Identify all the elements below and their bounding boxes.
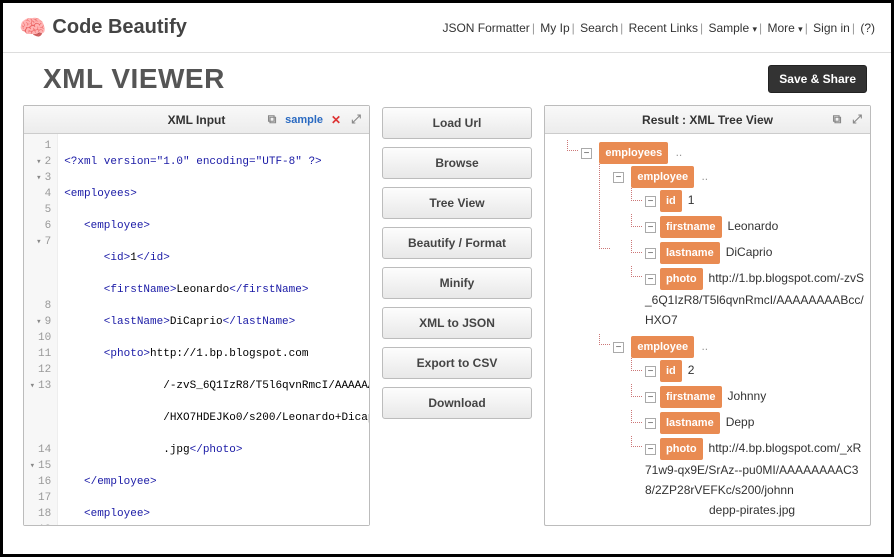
node-id[interactable]: id bbox=[660, 190, 682, 212]
browse-button[interactable]: Browse bbox=[382, 147, 532, 179]
xml-input-panel: XML Input ⧉ sample ✕ ⤢ 1 ▾2 ▾3 456 ▾7 8 … bbox=[23, 105, 370, 526]
tree-view-button[interactable]: Tree View bbox=[382, 187, 532, 219]
collapse-icon[interactable]: − bbox=[581, 148, 592, 159]
clear-icon[interactable]: ✕ bbox=[329, 113, 343, 127]
nav-json-formatter[interactable]: JSON Formatter bbox=[442, 21, 529, 35]
collapse-icon[interactable]: − bbox=[645, 418, 656, 429]
nav-help[interactable]: (?) bbox=[860, 21, 875, 35]
sample-link[interactable]: sample bbox=[285, 114, 323, 126]
save-share-button[interactable]: Save & Share bbox=[768, 65, 867, 93]
xml-tree-view[interactable]: − employees .. − employee .. −id1 −first… bbox=[545, 134, 870, 525]
collapse-icon[interactable]: − bbox=[613, 342, 624, 353]
node-employees[interactable]: employees bbox=[599, 142, 668, 164]
collapse-icon[interactable]: − bbox=[645, 392, 656, 403]
value-firstname: Leonardo bbox=[728, 219, 779, 233]
node-firstname[interactable]: firstname bbox=[660, 386, 722, 408]
line-gutter: 1 ▾2 ▾3 456 ▾7 8 ▾9 101112 ▾13 14 ▾15 16… bbox=[24, 134, 58, 525]
fullscreen-icon[interactable]: ⤢ bbox=[850, 113, 864, 127]
collapse-icon[interactable]: − bbox=[613, 172, 624, 183]
nav-sample[interactable]: Sample bbox=[708, 21, 749, 35]
load-url-button[interactable]: Load Url bbox=[382, 107, 532, 139]
xml-to-json-button[interactable]: XML to JSON bbox=[382, 307, 532, 339]
xml-input-editor[interactable]: 1 ▾2 ▾3 456 ▾7 8 ▾9 101112 ▾13 14 ▾15 16… bbox=[24, 134, 369, 525]
nav-sign-in[interactable]: Sign in bbox=[813, 21, 850, 35]
fullscreen-icon[interactable]: ⤢ bbox=[349, 113, 363, 127]
logo-icon: 🧠 bbox=[19, 15, 46, 41]
action-buttons: Load Url Browse Tree View Beautify / For… bbox=[382, 105, 532, 526]
nav-recent-links[interactable]: Recent Links bbox=[629, 21, 698, 35]
copy-icon[interactable]: ⧉ bbox=[830, 113, 844, 127]
collapse-icon[interactable]: − bbox=[645, 366, 656, 377]
collapse-icon[interactable]: − bbox=[645, 222, 656, 233]
brand-logo[interactable]: 🧠 Code Beautify bbox=[19, 15, 187, 41]
result-panel: Result : XML Tree View ⧉ ⤢ − employees .… bbox=[544, 105, 871, 526]
export-csv-button[interactable]: Export to CSV bbox=[382, 347, 532, 379]
chevron-down-icon: ▾ bbox=[798, 24, 803, 34]
collapse-icon[interactable]: − bbox=[645, 444, 656, 455]
minify-button[interactable]: Minify bbox=[382, 267, 532, 299]
node-employee[interactable]: employee bbox=[631, 336, 694, 358]
collapse-icon[interactable]: − bbox=[645, 248, 656, 259]
value-id: 2 bbox=[688, 363, 695, 377]
nav-search[interactable]: Search bbox=[580, 21, 618, 35]
node-employee[interactable]: employee bbox=[631, 166, 694, 188]
value-id: 1 bbox=[688, 193, 695, 207]
value-firstname: Johnny bbox=[728, 389, 767, 403]
node-lastname[interactable]: lastname bbox=[660, 412, 720, 434]
collapse-icon[interactable]: − bbox=[645, 274, 656, 285]
brand-text: Code Beautify bbox=[52, 16, 186, 39]
node-firstname[interactable]: firstname bbox=[660, 216, 722, 238]
beautify-button[interactable]: Beautify / Format bbox=[382, 227, 532, 259]
xml-input-title: XML Input bbox=[168, 113, 226, 127]
top-nav: JSON Formatter| My Ip| Search| Recent Li… bbox=[442, 21, 875, 35]
collapse-icon[interactable]: − bbox=[645, 196, 656, 207]
copy-icon[interactable]: ⧉ bbox=[265, 113, 279, 127]
value-lastname: Depp bbox=[726, 415, 755, 429]
node-id[interactable]: id bbox=[660, 360, 682, 382]
node-photo[interactable]: photo bbox=[660, 438, 703, 460]
node-lastname[interactable]: lastname bbox=[660, 242, 720, 264]
nav-my-ip[interactable]: My Ip bbox=[540, 21, 569, 35]
value-lastname: DiCaprio bbox=[726, 245, 773, 259]
code-body[interactable]: <?xml version="1.0" encoding="UTF-8" ?> … bbox=[58, 134, 369, 525]
value-photo-cont: depp-pirates.jpg bbox=[645, 500, 866, 520]
download-button[interactable]: Download bbox=[382, 387, 532, 419]
chevron-down-icon: ▾ bbox=[752, 24, 757, 34]
nav-more[interactable]: More bbox=[767, 21, 794, 35]
node-photo[interactable]: photo bbox=[660, 268, 703, 290]
result-title: Result : XML Tree View bbox=[642, 113, 773, 127]
page-title: XML VIEWER bbox=[43, 63, 225, 95]
